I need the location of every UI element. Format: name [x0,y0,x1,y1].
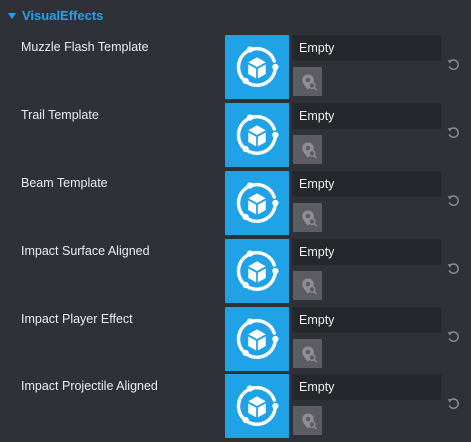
property-row-impact-surface-aligned: Impact Surface Aligned Empty [0,239,471,307]
asset-picker-button[interactable] [293,339,322,368]
property-value-field[interactable]: Empty [292,307,441,333]
property-row-muzzle-flash-template: Muzzle Flash Template Empty [0,35,471,103]
property-label: Impact Projectile Aligned [21,379,158,393]
asset-picker-button[interactable] [293,67,322,96]
reset-button[interactable] [446,57,460,71]
template-thumbnail[interactable] [225,374,289,438]
section-header-visual-effects[interactable]: VisualEffects [8,6,103,24]
reset-button[interactable] [446,125,460,139]
asset-picker-button[interactable] [293,406,322,435]
template-asset-icon [236,46,279,88]
property-label: Impact Player Effect [21,312,133,326]
reset-icon [447,262,459,274]
reset-button[interactable] [446,193,460,207]
caret-down-icon[interactable] [8,12,16,19]
property-row-impact-player-effect: Impact Player Effect Empty [0,307,471,375]
template-thumbnail[interactable] [225,171,289,235]
template-thumbnail[interactable] [225,307,289,371]
property-label: Muzzle Flash Template [21,40,149,54]
property-row-trail-template: Trail Template Empty [0,103,471,171]
property-value-field[interactable]: Empty [292,35,441,61]
asset-picker-icon [301,142,317,158]
reset-icon [447,58,459,70]
template-thumbnail[interactable] [225,35,289,99]
asset-picker-button[interactable] [293,203,322,232]
property-value-field[interactable]: Empty [292,239,441,265]
reset-button[interactable] [446,329,460,343]
asset-picker-icon [301,278,317,294]
reset-icon [447,330,459,342]
section-title: VisualEffects [22,7,104,23]
reset-icon [447,126,459,138]
template-asset-icon [236,114,279,156]
property-value-field[interactable]: Empty [292,171,441,197]
template-thumbnail[interactable] [225,103,289,167]
property-label: Trail Template [21,108,99,122]
asset-picker-icon [301,346,317,362]
reset-button[interactable] [446,261,460,275]
property-row-impact-projectile-aligned: Impact Projectile Aligned Empty [0,374,471,442]
reset-button[interactable] [446,396,460,410]
reset-icon [447,194,459,206]
reset-icon [447,397,459,409]
property-value-field[interactable]: Empty [292,374,441,400]
asset-picker-icon [301,210,317,226]
property-row-beam-template: Beam Template Empty [0,171,471,239]
property-label: Beam Template [21,176,108,190]
asset-picker-button[interactable] [293,271,322,300]
asset-picker-icon [301,413,317,429]
asset-picker-icon [301,74,317,90]
asset-picker-button[interactable] [293,135,322,164]
template-asset-icon [236,250,279,292]
property-value-field[interactable]: Empty [292,103,441,129]
template-asset-icon [236,385,279,427]
template-asset-icon [236,318,279,360]
template-asset-icon [236,182,279,224]
template-thumbnail[interactable] [225,239,289,303]
property-label: Impact Surface Aligned [21,244,150,258]
